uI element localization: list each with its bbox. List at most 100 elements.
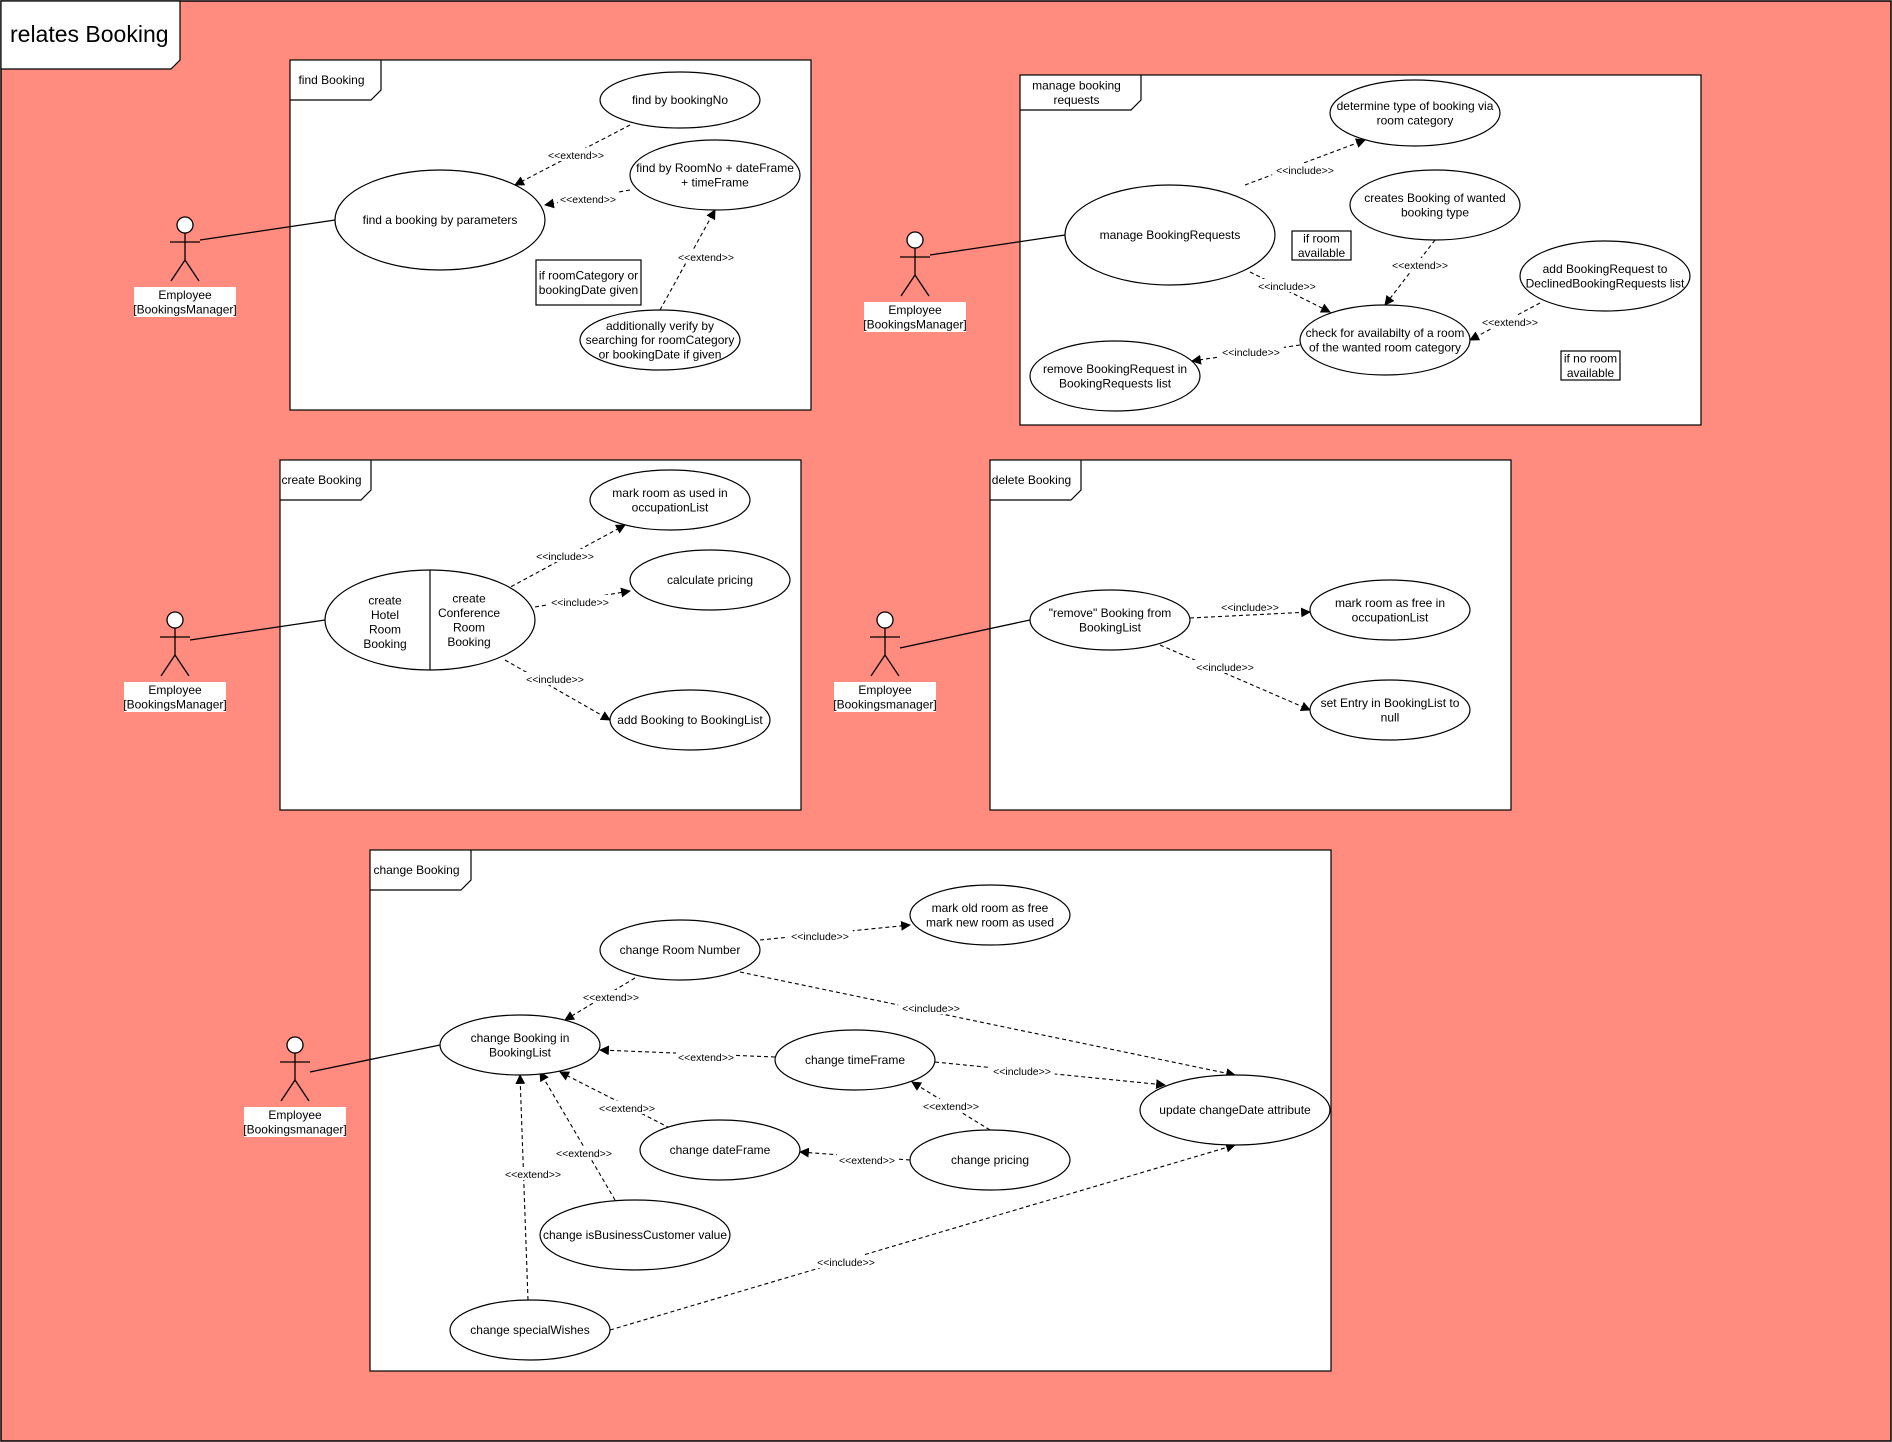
note-text: bookingDate given [539, 283, 638, 297]
frame-title: change Booking [373, 863, 459, 877]
usecase-label: BookingRequests list [1059, 376, 1172, 390]
include-label: <<include>> [791, 931, 849, 943]
actor-label: Employee [158, 288, 212, 302]
usecase-label: occupationList [1352, 610, 1429, 624]
extend-label: <<extend>> [599, 1103, 655, 1115]
usecase-label: find by RoomNo + dateFrame [636, 161, 794, 175]
note-room-category: if roomCategory orbookingDate given [535, 259, 642, 306]
note-no-room: if no roomavailable [1560, 350, 1621, 381]
frame-title: manage booking [1032, 79, 1121, 93]
usecase-label: Room [369, 622, 401, 636]
include-label: <<include>> [1276, 165, 1334, 177]
frame-title: delete Booking [992, 473, 1071, 487]
usecase-label: check for availabilty of a room [1306, 326, 1465, 340]
usecase-change-in-list: change Booking inBookingList [439, 1014, 601, 1076]
usecase-label: mark old room as free [932, 901, 1049, 915]
actor-label: [BookingsManager] [123, 697, 226, 711]
actor-label: Employee [888, 303, 942, 317]
usecase-label: null [1381, 710, 1400, 724]
usecase-add-booking: add Booking to BookingList [609, 689, 771, 751]
include-label: <<include>> [551, 597, 609, 609]
note-text: available [1298, 246, 1346, 260]
include-label: <<include>> [526, 674, 584, 686]
usecase-label: DeclinedBookingRequests list [1526, 276, 1685, 290]
usecase-label: remove BookingRequest in [1043, 362, 1187, 376]
extend-label: <<extend>> [1482, 317, 1538, 329]
usecase-label: manage BookingRequests [1100, 228, 1241, 242]
usecase-label: add BookingRequest to [1543, 262, 1668, 276]
include-label: <<include>> [1196, 662, 1254, 674]
note-text: if roomCategory or [539, 269, 638, 283]
usecase-label: of the wanted room category [1309, 340, 1461, 354]
usecase-find-by-room: find by RoomNo + dateFrame+ timeFrame [629, 139, 801, 211]
usecase-label: occupationList [632, 500, 709, 514]
extend-label: <<extend>> [839, 1155, 895, 1167]
usecase-label: create [368, 594, 402, 608]
usecase-remove-booking: "remove" Booking fromBookingList [1029, 589, 1191, 651]
usecase-label: determine type of booking via [1337, 99, 1494, 113]
usecase-calc-pricing: calculate pricing [629, 549, 791, 611]
usecase-label: BookingList [489, 1045, 552, 1059]
usecase-label: Hotel [371, 608, 399, 622]
actor-label: [Bookingsmanager] [243, 1122, 346, 1136]
usecase-label: change specialWishes [470, 1323, 589, 1337]
include-label: <<include>> [1221, 602, 1279, 614]
extend-label: <<extend>> [560, 194, 616, 206]
extend-label: <<extend>> [923, 1101, 979, 1113]
include-label: <<include>> [536, 551, 594, 563]
usecase-label: BookingList [1079, 620, 1142, 634]
usecase-label: creates Booking of wanted [1364, 191, 1505, 205]
usecase-verify: additionally verify bysearching for room… [579, 309, 741, 371]
frame-title: create Booking [281, 473, 361, 487]
usecase-label: mark room as free in [1335, 596, 1445, 610]
usecase-label: find a booking by parameters [363, 213, 518, 227]
usecase-label: "remove" Booking from [1049, 606, 1172, 620]
note-text: available [1567, 366, 1615, 380]
usecase-label: change dateFrame [670, 1143, 771, 1157]
usecase-label: Booking [363, 637, 406, 651]
usecase-change-business: change isBusinessCustomer value [539, 1199, 731, 1271]
extend-label: <<extend>> [678, 252, 734, 264]
usecase-check-avail: check for availabilty of a roomof the wa… [1299, 304, 1471, 376]
usecase-label: add Booking to BookingList [617, 713, 763, 727]
usecase-update-date: update changeDate attribute [1139, 1074, 1331, 1146]
usecase-label: room category [1377, 113, 1454, 127]
frame-title: find Booking [298, 73, 364, 87]
actor-label: [BookingsManager] [133, 302, 236, 316]
usecase-label: mark room as used in [612, 486, 727, 500]
usecase-label: Booking [447, 635, 490, 649]
usecase-label: + timeFrame [681, 175, 749, 189]
frame-title: requests [1053, 93, 1099, 107]
usecase-create-room-booking: createHotelRoomBookingcreateConferenceRo… [324, 569, 536, 671]
extend-label: <<extend>> [505, 1169, 561, 1181]
actor-label: Employee [858, 683, 912, 697]
usecase-label: additionally verify by [606, 319, 714, 333]
usecase-label: change Booking in [471, 1031, 570, 1045]
extend-label: <<extend>> [1392, 260, 1448, 272]
diagram-title-tab: relates Booking [0, 0, 181, 70]
include-label: <<include>> [993, 1066, 1051, 1078]
actor-label: [Bookingsmanager] [833, 697, 936, 711]
include-label: <<include>> [1258, 281, 1316, 293]
usecase-label: set Entry in BookingList to [1321, 696, 1460, 710]
usecase-label: change Room Number [620, 943, 741, 957]
note-text: if room [1303, 232, 1340, 246]
usecase-change-time: change timeFrame [774, 1029, 936, 1091]
actor-label: [BookingsManager] [863, 317, 966, 331]
usecase-set-null: set Entry in BookingList tonull [1309, 679, 1471, 741]
actor-label: Employee [148, 683, 202, 697]
usecase-find-by-params: find a booking by parameters [334, 169, 546, 271]
diagram-title: relates Booking [10, 21, 169, 47]
usecase-change-pricing: change pricing [909, 1129, 1071, 1191]
usecase-label: create [452, 592, 486, 606]
usecase-determine-type: determine type of booking viaroom catego… [1329, 79, 1501, 147]
include-label: <<include>> [1222, 347, 1280, 359]
include-label: <<include>> [817, 1257, 875, 1269]
usecase-add-declined: add BookingRequest toDeclinedBookingRequ… [1519, 240, 1691, 312]
usecase-change-wishes: change specialWishes [449, 1299, 611, 1361]
note-room-available: if roomavailable [1291, 230, 1352, 261]
usecase-label: change pricing [951, 1153, 1029, 1167]
usecase-label: find by bookingNo [632, 93, 728, 107]
note-text: if no room [1564, 352, 1617, 366]
usecase-label: searching for roomCategory [586, 333, 735, 347]
